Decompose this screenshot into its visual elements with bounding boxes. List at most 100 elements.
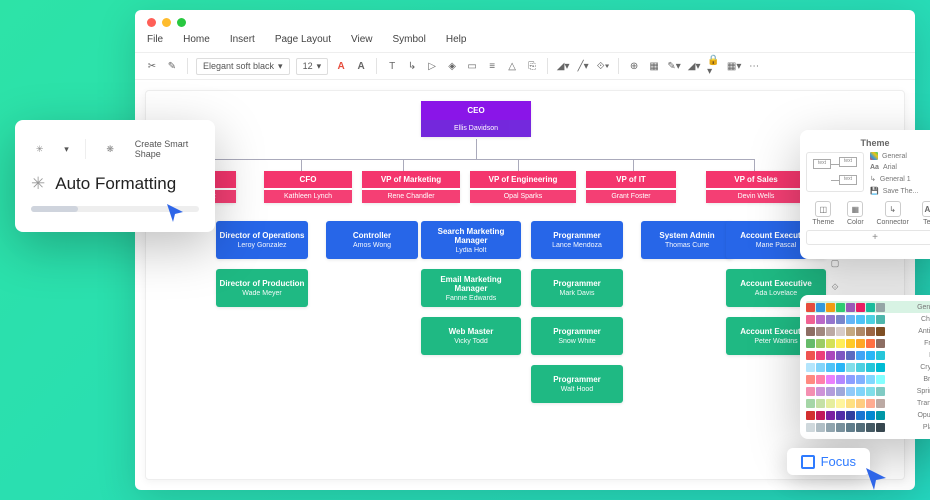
palette-name: Opulent: [917, 412, 930, 419]
table-icon[interactable]: ▦: [647, 59, 661, 73]
menu-file[interactable]: File: [147, 34, 163, 45]
org-node[interactable]: ControllerAmos Wong: [326, 221, 418, 259]
layers-icon[interactable]: ◈: [445, 59, 459, 73]
menu-home[interactable]: Home: [183, 34, 210, 45]
org-node[interactable]: ProgrammerLance Mendoza: [531, 221, 623, 259]
connector-icon[interactable]: ↳: [405, 59, 419, 73]
org-node[interactable]: Director of OperationsLeroy Gonzalez: [216, 221, 308, 259]
crop-icon[interactable]: ⟐▾: [596, 59, 610, 73]
align-icon[interactable]: ≡: [485, 59, 499, 73]
node-name: Kathleen Lynch: [264, 190, 352, 203]
font-size[interactable]: 12▾: [296, 58, 329, 75]
connector: [633, 159, 634, 171]
line-icon[interactable]: ╱▾: [576, 59, 590, 73]
palette-row[interactable]: Tranquil: [806, 397, 930, 409]
palette-row[interactable]: Crystal: [806, 361, 930, 373]
pen-icon[interactable]: ✎▾: [667, 59, 681, 73]
menu-layout[interactable]: Page Layout: [275, 34, 331, 45]
max-dot[interactable]: [177, 18, 186, 27]
link-icon[interactable]: ⎘: [525, 59, 539, 73]
org-node-exec[interactable]: VP of ITGrant Foster: [586, 171, 676, 203]
node-title: Email Marketing Manager: [423, 275, 519, 293]
node-title: VP of Sales: [706, 171, 806, 188]
text-tool-icon[interactable]: T: [385, 59, 399, 73]
node-name: Fannie Edwards: [423, 295, 519, 302]
menu-bar: File Home Insert Page Layout View Symbol…: [147, 34, 466, 45]
palette-row[interactable]: Opulent: [806, 409, 930, 421]
node-name: Lance Mendoza: [533, 242, 621, 249]
palette-row[interactable]: Broad: [806, 373, 930, 385]
menu-view[interactable]: View: [351, 34, 373, 45]
org-node-ceo[interactable]: CEO Ellis Davidson: [421, 101, 531, 137]
connector: [403, 159, 404, 171]
theme-preview[interactable]: text text text: [806, 152, 864, 192]
tab-text[interactable]: AaText: [922, 201, 930, 226]
tab-color[interactable]: ▦Color: [847, 201, 864, 226]
palette-row[interactable]: Live: [806, 349, 930, 361]
org-node[interactable]: Search Marketing ManagerLydia Holt: [421, 221, 521, 259]
focus-button[interactable]: Focus: [787, 448, 870, 475]
org-node-exec[interactable]: VP of MarketingRene Chandler: [362, 171, 460, 203]
opt-font[interactable]: AaArial: [870, 164, 918, 171]
palette-row[interactable]: Sprinkle: [806, 385, 930, 397]
node-name: Vicky Todd: [423, 338, 519, 345]
auto-formatting-button[interactable]: ✳ Auto Formatting: [25, 164, 205, 198]
font-color-icon[interactable]: A: [334, 59, 348, 73]
menu-symbol[interactable]: Symbol: [393, 34, 426, 45]
menu-insert[interactable]: Insert: [230, 34, 255, 45]
grid-icon[interactable]: ▦▾: [727, 59, 741, 73]
opt-connector[interactable]: ↳General 1: [870, 175, 918, 183]
add-theme-button[interactable]: +: [806, 230, 930, 245]
palette-row[interactable]: Placid: [806, 421, 930, 433]
cursor-icon: [165, 202, 187, 224]
org-node-exec[interactable]: VP of EngineeringOpal Sparks: [470, 171, 576, 203]
lock-icon[interactable]: 🔒▾: [707, 59, 721, 73]
node-title: Programmer: [533, 327, 621, 336]
more-icon[interactable]: ⋯: [747, 59, 761, 73]
bold-icon[interactable]: A: [354, 59, 368, 73]
palette-row[interactable]: Charm: [806, 313, 930, 325]
org-node-exec[interactable]: CFOKathleen Lynch: [264, 171, 352, 203]
node-name: Rene Chandler: [362, 190, 460, 203]
main-toolbar: ✂ ✎ Elegant soft black▾ 12▾ A A T ↳ ▷ ◈ …: [135, 52, 915, 80]
triangle-icon[interactable]: △: [505, 59, 519, 73]
node-title: Account Executive: [728, 279, 824, 288]
palette-name: Crystal: [920, 364, 930, 371]
org-node[interactable]: Email Marketing Manager Fannie Edwards: [421, 269, 521, 307]
fill-icon[interactable]: ◢▾: [556, 59, 570, 73]
palette-row[interactable]: Antique: [806, 325, 930, 337]
cut-icon[interactable]: ✂: [145, 59, 159, 73]
node-title: System Admin: [643, 231, 731, 240]
menu-help[interactable]: Help: [446, 34, 467, 45]
opt-general[interactable]: General: [870, 152, 918, 160]
shape-icon[interactable]: ▭: [465, 59, 479, 73]
org-node[interactable]: ProgrammerWalt Hood: [531, 365, 623, 403]
node-title: CEO: [421, 101, 531, 120]
font-select[interactable]: Elegant soft black▾: [196, 58, 290, 75]
node-title: VP of Engineering: [470, 171, 576, 188]
org-node[interactable]: Director of ProductionWade Meyer: [216, 269, 308, 307]
tab-connector[interactable]: ↳Connector: [876, 201, 908, 226]
palette-row[interactable]: General: [806, 301, 930, 313]
popup-row-1[interactable]: ✳▾ ❋ Create Smart Shape: [25, 134, 205, 164]
highlight-icon[interactable]: ◢▾: [687, 59, 701, 73]
connector: [518, 159, 519, 171]
org-node-exec[interactable]: VP of SalesDevin Wells: [706, 171, 806, 203]
font-name: Elegant soft black: [203, 61, 274, 71]
org-node[interactable]: ProgrammerMark Davis: [531, 269, 623, 307]
org-node[interactable]: Web MasterVicky Todd: [421, 317, 521, 355]
org-node[interactable]: ProgrammerSnow White: [531, 317, 623, 355]
pointer-icon[interactable]: ▷: [425, 59, 439, 73]
crop2-icon[interactable]: ⟐: [828, 280, 842, 294]
min-dot[interactable]: [162, 18, 171, 27]
tab-theme[interactable]: ◫Theme: [812, 201, 834, 226]
opt-save[interactable]: 💾Save The...: [870, 187, 918, 195]
paintbrush-icon[interactable]: ✎: [165, 59, 179, 73]
org-node[interactable]: System AdminThomas Curie: [641, 221, 733, 259]
focus-icon: [801, 455, 815, 469]
focus-label: Focus: [821, 454, 856, 469]
diagram-canvas[interactable]: CEO Ellis Davidson COOGonzalezCFOKathlee…: [145, 90, 905, 480]
palette-row[interactable]: Fresh: [806, 337, 930, 349]
close-dot[interactable]: [147, 18, 156, 27]
zoom-icon[interactable]: ⊕: [627, 59, 641, 73]
